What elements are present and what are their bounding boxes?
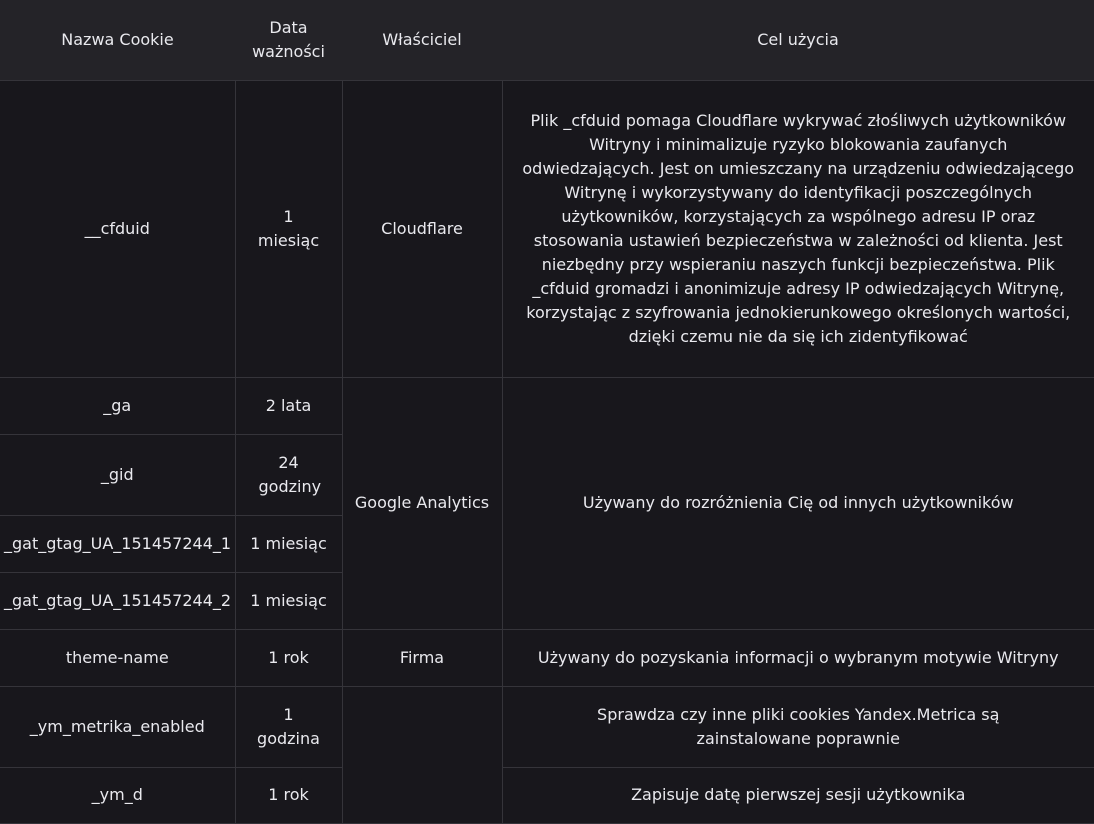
purpose-cell: Plik _cfduid pomaga Cloudflare wykrywać …: [501, 79, 1094, 378]
owner-cell: [341, 685, 503, 824]
expiry-cell: 1 rok: [234, 766, 343, 824]
header-row: Nazwa Cookie Data ważności Właściciel Ce…: [0, 0, 1094, 80]
expiry-cell: 2 lata: [234, 376, 343, 435]
table-row: theme-name 1 rok Firma Używany do pozysk…: [0, 628, 1094, 687]
header-expiry: Data ważności: [252, 17, 325, 61]
cookie-name-cell: __cfduid: [0, 79, 236, 378]
expiry-cell: 1 miesiąc: [234, 514, 342, 573]
purpose-text: Sprawdza czy inne pliki cookies Yandex.M…: [597, 704, 1000, 748]
purpose-cell: Używany do rozróżnienia Cię od innych uż…: [501, 376, 1094, 630]
purpose-cell: Sprawdza czy inne pliki cookies Yandex.M…: [501, 685, 1094, 768]
expiry-cell: 1 godzina: [234, 685, 343, 768]
purpose-cell: Zapisuje datę pierwszej sesji użytkownik…: [501, 766, 1094, 824]
cookie-name-cell: _gat_gtag_UA_151457244_2: [0, 571, 236, 630]
table-row: __cfduid 1 miesiąc Cloudflare Plik _cfdu…: [0, 79, 1094, 378]
expiry-value: 24 godziny: [258, 452, 322, 496]
header-cookie-name: Nazwa Cookie: [61, 29, 174, 49]
cookie-name-cell: _ym_d: [0, 766, 236, 824]
owner-cell: Cloudflare: [341, 79, 503, 378]
header-owner: Właściciel: [382, 29, 462, 49]
cookie-table: Nazwa Cookie Data ważności Właściciel Ce…: [0, 0, 1094, 824]
expiry-cell: 1 rok: [234, 628, 343, 687]
expiry-cell: 24 godziny: [234, 433, 342, 516]
cookie-name-cell: _gat_gtag_UA_151457244_1: [0, 514, 236, 573]
table-row: _ym_metrika_enabled 1 godzina Sprawdza c…: [0, 685, 1094, 824]
owner-cell: Firma: [341, 628, 503, 687]
header-purpose: Cel użycia: [757, 29, 839, 49]
table-row: _ym_d 1 rok Zapisuje datę pierwszej sesj…: [0, 766, 1094, 824]
table-header: Nazwa Cookie Data ważności Właściciel Ce…: [0, 0, 1094, 80]
table-body: __cfduid 1 miesiąc Cloudflare Plik _cfdu…: [0, 79, 1094, 824]
cookie-name-cell: _ga: [0, 376, 236, 435]
cookie-name-cell: _ym_metrika_enabled: [0, 685, 236, 768]
owner-cell: Google Analytics: [341, 376, 503, 630]
cookie-name-cell: theme-name: [0, 628, 236, 687]
table-row: _ga 2 lata Google Analytics Używany do r…: [0, 376, 1094, 630]
purpose-cell: Używany do pozyskania informacji o wybra…: [501, 628, 1094, 687]
cookie-name-cell: _gid: [0, 433, 236, 516]
expiry-cell: 1 miesiąc: [234, 79, 343, 378]
expiry-cell: 1 miesiąc: [234, 571, 342, 630]
